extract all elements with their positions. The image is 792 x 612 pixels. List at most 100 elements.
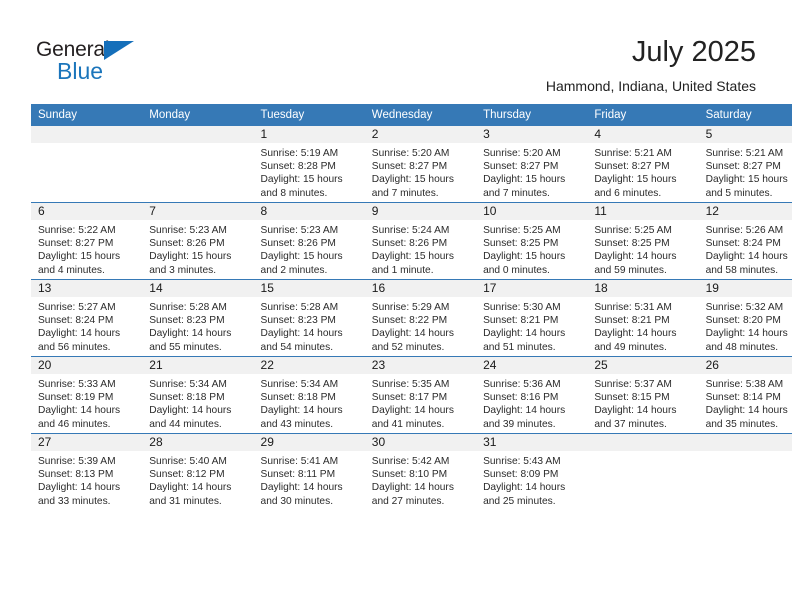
calendar-day-cell[interactable]: 14 Sunrise: 5:28 AM Sunset: 8:23 PM Dayligh… [142,279,254,357]
weekday-header-tuesday: Tuesday [253,104,365,126]
day-details: Sunrise: 5:37 AM Sunset: 8:15 PM Daylight:… [587,374,698,431]
sunset-time: Sunset: 8:25 PM [594,238,670,250]
day-number: 3 [476,126,588,143]
daylight-duration-line1: Daylight: 14 hours [149,405,232,417]
calendar-day-cell[interactable]: 2 Sunrise: 5:20 AM Sunset: 8:27 PM Daylight… [364,126,477,203]
calendar-day-cell[interactable]: 24 Sunrise: 5:36 AM Sunset: 8:16 PM Dayligh… [476,356,588,434]
calendar-day-cell[interactable]: 17 Sunrise: 5:30 AM Sunset: 8:21 PM Dayligh… [476,279,588,357]
calendar-day-cell[interactable]: 23 Sunrise: 5:35 AM Sunset: 8:17 PM Dayligh… [364,356,477,434]
daylight-duration-line2: and 41 minutes. [371,418,445,430]
day-number: 22 [253,357,365,374]
calendar-table: Sunday Monday Tuesday Wednesday Thursday… [31,104,792,510]
daylight-duration-line2: and 35 minutes. [705,418,779,430]
calendar-day-cell[interactable]: 28 Sunrise: 5:40 AM Sunset: 8:12 PM Dayligh… [142,433,254,510]
calendar-day-cell[interactable]: 13 Sunrise: 5:27 AM Sunset: 8:24 PM Dayligh… [31,279,143,357]
day-number [698,434,792,451]
daylight-duration-line1: Daylight: 15 hours [260,251,343,263]
daylight-duration-line1: Daylight: 15 hours [260,174,343,186]
day-number: 26 [698,357,792,374]
calendar-day-cell[interactable]: 30 Sunrise: 5:42 AM Sunset: 8:10 PM Dayligh… [364,433,477,510]
day-details: Sunrise: 5:27 AM Sunset: 8:24 PM Daylight:… [31,297,142,354]
weekday-header-sunday: Sunday [31,104,143,126]
sunrise-time: Sunrise: 5:25 AM [594,225,672,236]
day-number: 17 [476,280,588,297]
calendar-day-cell[interactable]: 25 Sunrise: 5:37 AM Sunset: 8:15 PM Dayligh… [587,356,699,434]
day-details: Sunrise: 5:23 AM Sunset: 8:26 PM Daylight:… [142,220,253,277]
daylight-duration-line2: and 37 minutes. [594,418,667,430]
calendar-day-cell[interactable]: 20 Sunrise: 5:33 AM Sunset: 8:19 PM Dayligh… [31,356,143,434]
calendar-day-cell[interactable]: 3 Sunrise: 5:20 AM Sunset: 8:27 PM Daylight… [476,126,588,203]
calendar-day-cell[interactable]: 12 Sunrise: 5:26 AM Sunset: 8:24 PM Dayligh… [698,202,792,280]
day-number: 8 [253,203,365,220]
daylight-duration-line2: and 5 minutes. [705,187,773,199]
sunrise-time: Sunrise: 5:27 AM [38,302,116,313]
sunset-time: Sunset: 8:27 PM [38,238,114,250]
daylight-duration-line1: Daylight: 14 hours [260,328,343,340]
daylight-duration-line2: and 44 minutes. [149,418,222,430]
calendar-week-row: 6 Sunrise: 5:22 AM Sunset: 8:27 PM Daylight… [31,202,792,280]
sunset-time: Sunset: 8:20 PM [705,315,781,327]
sunset-time: Sunset: 8:23 PM [260,315,336,327]
daylight-duration-line2: and 54 minutes. [260,341,334,353]
calendar-day-cell[interactable]: 7 Sunrise: 5:23 AM Sunset: 8:26 PM Daylight… [142,202,254,280]
calendar-day-cell[interactable]: 29 Sunrise: 5:41 AM Sunset: 8:11 PM Dayligh… [253,433,365,510]
calendar-day-cell[interactable]: 6 Sunrise: 5:22 AM Sunset: 8:27 PM Daylight… [31,202,143,280]
calendar-week-row: 1 Sunrise: 5:19 AM Sunset: 8:28 PM Daylight… [31,126,792,203]
calendar-day-cell[interactable]: 19 Sunrise: 5:32 AM Sunset: 8:20 PM Dayligh… [698,279,792,357]
sunset-time: Sunset: 8:26 PM [371,238,448,250]
day-number: 19 [698,280,792,297]
day-details: Sunrise: 5:19 AM Sunset: 8:28 PM Daylight:… [254,143,365,200]
daylight-duration-line1: Daylight: 14 hours [594,405,677,417]
daylight-duration-line2: and 6 minutes. [594,187,662,199]
daylight-duration-line1: Daylight: 14 hours [260,482,343,494]
day-details: Sunrise: 5:21 AM Sunset: 8:27 PM Daylight:… [699,143,792,200]
daylight-duration-line1: Daylight: 14 hours [371,328,454,340]
sunrise-time: Sunrise: 5:39 AM [38,456,116,467]
sunset-time: Sunset: 8:22 PM [371,315,448,327]
sunrise-time: Sunrise: 5:38 AM [705,379,784,390]
calendar-day-cell[interactable]: 10 Sunrise: 5:25 AM Sunset: 8:25 PM Dayligh… [476,202,588,280]
sunset-time: Sunset: 8:17 PM [371,392,448,404]
calendar-day-cell[interactable]: 18 Sunrise: 5:31 AM Sunset: 8:21 PM Dayligh… [587,279,699,357]
calendar-day-cell[interactable]: 22 Sunrise: 5:34 AM Sunset: 8:18 PM Dayligh… [253,356,365,434]
calendar-day-cell[interactable]: 26 Sunrise: 5:38 AM Sunset: 8:14 PM Dayligh… [698,356,792,434]
calendar-day-cell[interactable]: 21 Sunrise: 5:34 AM Sunset: 8:18 PM Dayligh… [142,356,254,434]
day-details: Sunrise: 5:22 AM Sunset: 8:27 PM Daylight:… [31,220,142,277]
daylight-duration-line2: and 59 minutes. [594,264,667,276]
day-details: Sunrise: 5:34 AM Sunset: 8:18 PM Daylight:… [142,374,253,431]
calendar-header-row: Sunday Monday Tuesday Wednesday Thursday… [31,104,792,126]
general-blue-logo[interactable]: General Blue [36,38,166,84]
calendar-day-cell[interactable]: 11 Sunrise: 5:25 AM Sunset: 8:25 PM Dayligh… [587,202,699,280]
sunrise-time: Sunrise: 5:31 AM [594,302,672,313]
day-number: 5 [698,126,792,143]
day-number: 16 [364,280,477,297]
daylight-duration-line2: and 52 minutes. [371,341,445,353]
day-number: 4 [587,126,699,143]
day-number: 1 [253,126,365,143]
calendar-day-cell[interactable]: 4 Sunrise: 5:21 AM Sunset: 8:27 PM Daylight… [587,126,699,203]
sunrise-time: Sunrise: 5:30 AM [483,302,561,313]
day-number: 29 [253,434,365,451]
day-number: 24 [476,357,588,374]
day-number: 10 [476,203,588,220]
day-details: Sunrise: 5:32 AM Sunset: 8:20 PM Daylight:… [699,297,792,354]
calendar-week-row: 27 Sunrise: 5:39 AM Sunset: 8:13 PM Dayligh… [31,433,792,510]
calendar-day-cell[interactable]: 31 Sunrise: 5:43 AM Sunset: 8:09 PM Dayligh… [476,433,588,510]
sunrise-time: Sunrise: 5:20 AM [371,148,450,159]
day-details: Sunrise: 5:26 AM Sunset: 8:24 PM Daylight:… [699,220,792,277]
calendar-day-cell[interactable]: 16 Sunrise: 5:29 AM Sunset: 8:22 PM Dayligh… [364,279,477,357]
sunrise-time: Sunrise: 5:37 AM [594,379,672,390]
day-number: 7 [142,203,254,220]
calendar-day-cell[interactable]: 9 Sunrise: 5:24 AM Sunset: 8:26 PM Daylight… [364,202,477,280]
calendar-day-cell[interactable]: 27 Sunrise: 5:39 AM Sunset: 8:13 PM Dayligh… [31,433,143,510]
sunrise-time: Sunrise: 5:23 AM [260,225,339,236]
calendar-day-cell[interactable]: 15 Sunrise: 5:28 AM Sunset: 8:23 PM Dayligh… [253,279,365,357]
daylight-duration-line1: Daylight: 15 hours [38,251,121,263]
calendar-day-cell[interactable]: 8 Sunrise: 5:23 AM Sunset: 8:26 PM Daylight… [253,202,365,280]
day-number: 14 [142,280,254,297]
daylight-duration-line2: and 4 minutes. [38,264,105,276]
calendar-day-cell[interactable]: 1 Sunrise: 5:19 AM Sunset: 8:28 PM Daylight… [253,126,365,203]
calendar-day-cell[interactable]: 5 Sunrise: 5:21 AM Sunset: 8:27 PM Daylight… [698,126,792,203]
day-number: 31 [476,434,588,451]
sunset-time: Sunset: 8:24 PM [705,238,781,250]
